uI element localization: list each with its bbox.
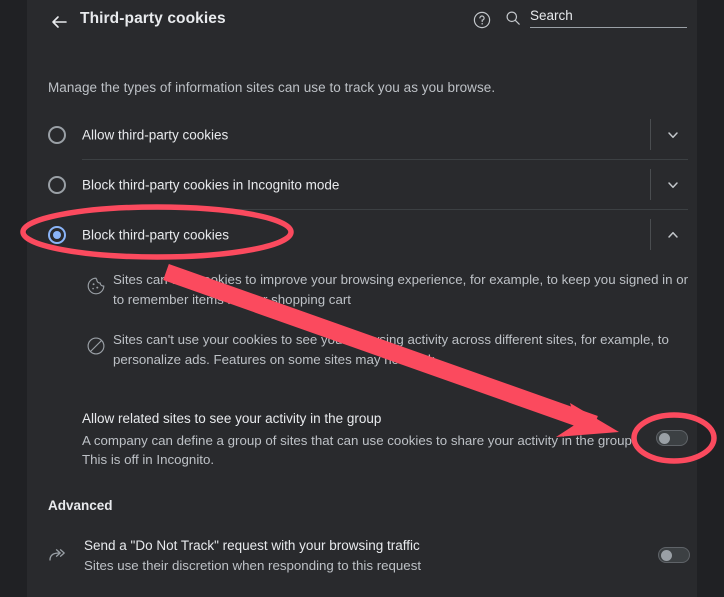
search-input[interactable] <box>530 6 687 28</box>
detail-text: Sites can't use your cookies to see your… <box>113 332 669 367</box>
toggle-knob <box>659 433 670 444</box>
search-box[interactable] <box>505 6 687 32</box>
page-header: Third-party cookies <box>27 0 697 46</box>
radio-allow-third-party-cookies[interactable] <box>48 125 66 144</box>
row-separator <box>650 119 651 150</box>
detail-text: Sites can use cookies to improve your br… <box>113 272 689 307</box>
do-not-track-subtitle: Sites use their discretion when respondi… <box>84 558 422 573</box>
search-icon <box>505 10 521 26</box>
intro-text: Manage the types of information sites ca… <box>48 80 496 95</box>
chevron-down-icon-incognito[interactable] <box>661 173 685 197</box>
cookie-icon <box>85 275 107 297</box>
row-separator <box>650 169 651 200</box>
page-title: Third-party cookies <box>80 10 226 27</box>
option-row-block-incognito[interactable]: Block third-party cookies in Incognito m… <box>27 160 697 209</box>
option-label: Block third-party cookies <box>82 227 230 242</box>
block-circle-icon <box>85 335 107 357</box>
right-rail <box>697 0 724 597</box>
help-circle-icon[interactable] <box>470 8 494 32</box>
option-row-block-third-party-cookies[interactable]: Block third-party cookies <box>27 210 697 259</box>
related-sites-title: Allow related sites to see your activity… <box>82 411 382 426</box>
chevron-up-icon-block[interactable] <box>661 223 685 247</box>
related-sites-toggle[interactable] <box>656 430 688 446</box>
chevron-down-icon-allow[interactable] <box>661 123 685 147</box>
row-separator <box>650 219 651 250</box>
left-rail <box>0 0 27 597</box>
do-not-track-icon <box>46 545 70 569</box>
option-label: Block third-party cookies in Incognito m… <box>82 177 340 192</box>
radio-block-third-party-cookies-incognito[interactable] <box>48 175 66 194</box>
do-not-track-title: Send a "Do Not Track" request with your … <box>84 538 420 553</box>
toggle-knob <box>661 550 672 561</box>
option-row-allow-third-party-cookies[interactable]: Allow third-party cookies <box>27 110 697 159</box>
back-arrow-icon[interactable] <box>44 7 74 37</box>
radio-block-third-party-cookies[interactable] <box>48 225 66 244</box>
settings-page: Third-party cookies Manage the types of … <box>0 0 724 597</box>
option-label: Allow third-party cookies <box>82 127 229 142</box>
advanced-section-label: Advanced <box>48 498 113 513</box>
do-not-track-toggle[interactable] <box>658 547 690 563</box>
related-sites-subtitle: A company can define a group of sites th… <box>82 433 636 467</box>
